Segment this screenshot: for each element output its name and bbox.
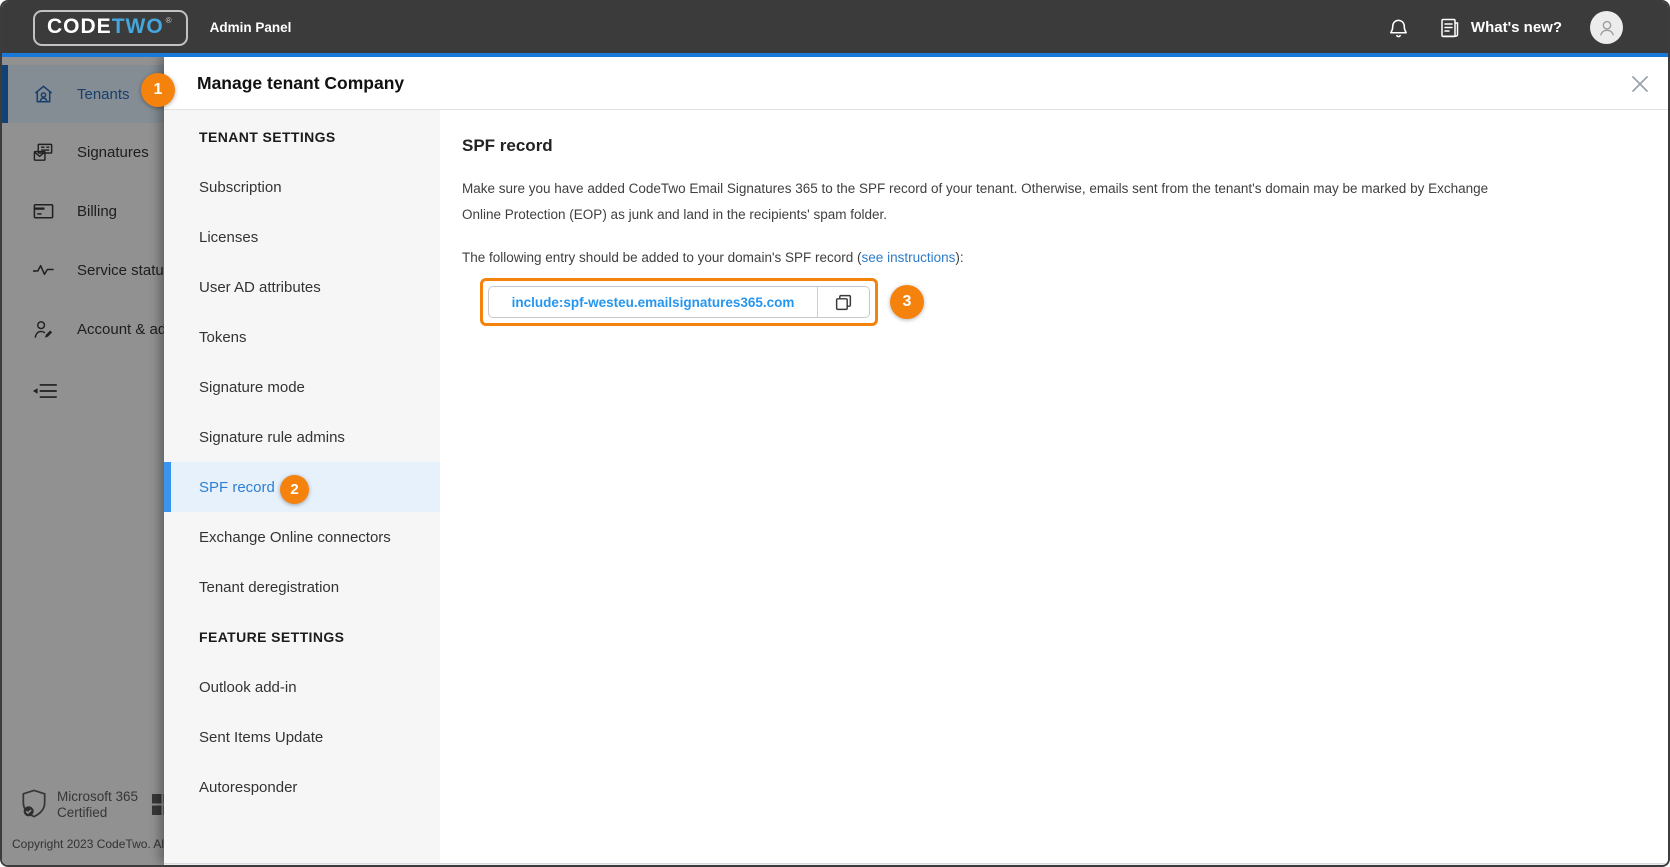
page-title: SPF record xyxy=(462,136,553,155)
admin-panel-title: Admin Panel xyxy=(209,20,292,35)
logo-code: CODE xyxy=(47,14,112,38)
menu-item-tenant-deregistration[interactable]: Tenant deregistration xyxy=(164,562,440,612)
spf-instruction-line: The following entry should be added to y… xyxy=(462,250,1628,265)
whats-new-icon xyxy=(1438,16,1462,40)
spf-record-panel: SPF record Make sure you have added Code… xyxy=(440,110,1668,863)
menu-section-tenant-settings: TENANT SETTINGS xyxy=(199,129,336,145)
modal-bottom-strip xyxy=(164,863,1668,865)
annotation-step-2-badge: 2 xyxy=(280,475,309,504)
menu-item-subscription[interactable]: Subscription xyxy=(164,162,440,212)
annotation-highlight-box xyxy=(480,278,878,326)
user-avatar[interactable] xyxy=(1590,11,1623,44)
codetwo-logo: CODE TWO ® xyxy=(33,9,188,46)
menu-item-autoresponder[interactable]: Autoresponder xyxy=(164,762,440,812)
app-window: CODE TWO ® Admin Panel What's new? Tenan… xyxy=(0,0,1670,867)
top-header-bar: CODE TWO ® Admin Panel What's new? xyxy=(2,2,1668,53)
annotation-step-3-badge: 3 xyxy=(890,285,924,319)
whats-new-button[interactable]: What's new? xyxy=(1438,16,1562,40)
spf-record-input[interactable] xyxy=(489,287,817,317)
copy-button[interactable] xyxy=(817,287,869,317)
see-instructions-link[interactable]: see instructions xyxy=(862,250,956,265)
manage-tenant-dialog: Manage tenant Company TENANT SETTINGS Su… xyxy=(164,57,1668,863)
notifications-bell-icon[interactable] xyxy=(1387,16,1410,40)
dialog-titlebar: Manage tenant Company xyxy=(164,57,1668,110)
spf-description: Make sure you have added CodeTwo Email S… xyxy=(462,181,1489,222)
instruction-text-before: The following entry should be added to y… xyxy=(462,250,862,265)
instruction-text-after: ): xyxy=(955,250,964,265)
registered-trademark: ® xyxy=(165,15,173,25)
annotation-step-1-badge: 1 xyxy=(141,73,175,107)
menu-item-outlook-add-in[interactable]: Outlook add-in xyxy=(164,662,440,712)
logo-two: TWO xyxy=(111,14,164,38)
menu-item-signature-mode[interactable]: Signature mode xyxy=(164,362,440,412)
accent-stripe xyxy=(2,53,1668,57)
spf-record-field-group xyxy=(488,286,870,318)
dialog-title: Manage tenant Company xyxy=(197,72,405,93)
menu-item-user-ad-attributes[interactable]: User AD attributes xyxy=(164,262,440,312)
menu-item-exchange-online-connectors[interactable]: Exchange Online connectors xyxy=(164,512,440,562)
menu-item-licenses[interactable]: Licenses xyxy=(164,212,440,262)
menu-item-tokens[interactable]: Tokens xyxy=(164,312,440,362)
menu-item-sent-items-update[interactable]: Sent Items Update xyxy=(164,712,440,762)
menu-section-feature-settings: FEATURE SETTINGS xyxy=(199,629,345,645)
menu-item-signature-rule-admins[interactable]: Signature rule admins xyxy=(164,412,440,462)
whats-new-label: What's new? xyxy=(1470,19,1562,36)
close-icon[interactable] xyxy=(1626,70,1654,98)
